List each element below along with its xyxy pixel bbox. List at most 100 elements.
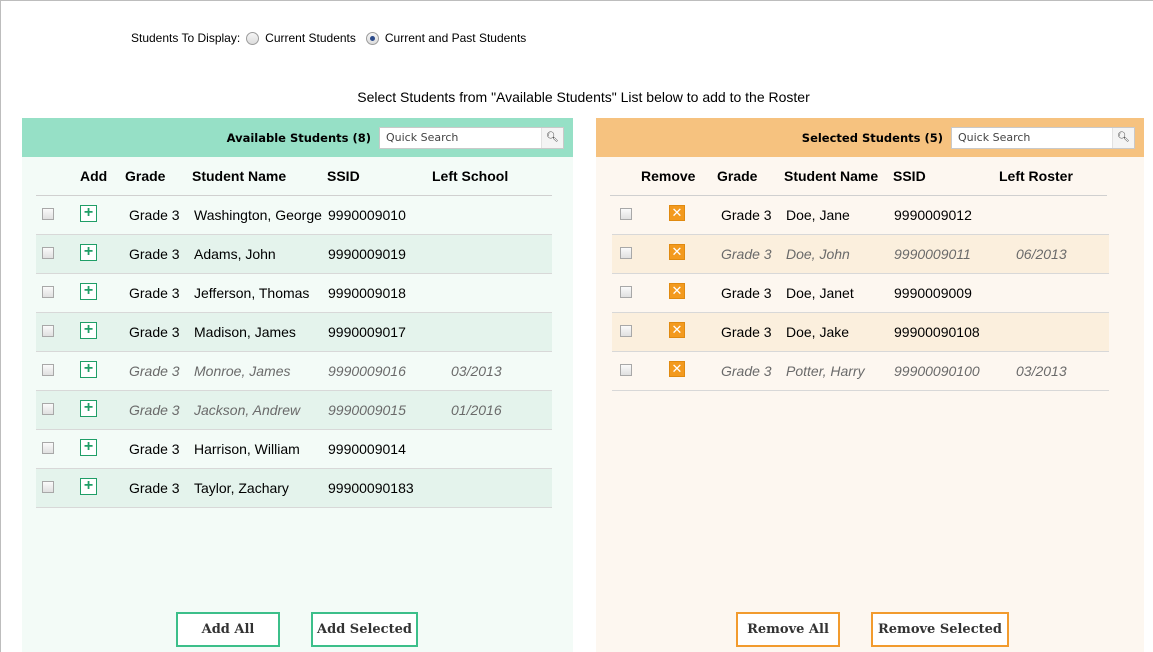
row-student-name: Monroe, James: [194, 363, 291, 379]
selected-panel-title: Selected Students (5): [801, 130, 943, 145]
row-grade: Grade 3: [129, 363, 180, 379]
table-row: + Grade 3 Madison, James 9990009017: [36, 313, 552, 352]
remove-selected-button[interactable]: Remove Selected: [871, 612, 1009, 647]
row-checkbox[interactable]: [42, 286, 54, 298]
add-selected-button[interactable]: Add Selected: [311, 612, 418, 647]
radio-current-students-label[interactable]: Current Students: [265, 31, 356, 45]
table-row: + Grade 3 Jefferson, Thomas 9990009018: [36, 274, 552, 313]
row-ssid: 9990009014: [328, 441, 406, 457]
selected-students-panel: Selected Students (5) 🔍︎ Remove Grade St…: [596, 118, 1144, 652]
row-left-roster: 03/2013: [1016, 363, 1067, 379]
row-checkbox[interactable]: [620, 208, 632, 220]
row-student-name: Doe, John: [786, 246, 850, 262]
row-checkbox[interactable]: [42, 247, 54, 259]
row-ssid: 9990009012: [894, 207, 972, 223]
col-header-add: Add: [80, 168, 108, 184]
row-student-name: Potter, Harry: [786, 363, 865, 379]
plus-icon[interactable]: +: [80, 244, 97, 261]
row-left-roster: 06/2013: [1016, 246, 1067, 262]
row-student-name: Washington, George: [194, 207, 322, 223]
plus-icon[interactable]: +: [80, 322, 97, 339]
row-grade: Grade 3: [129, 402, 180, 418]
available-students-list: + Grade 3 Washington, George 9990009010 …: [36, 196, 552, 508]
row-ssid: 9990009009: [894, 285, 972, 301]
row-student-name: Doe, Jane: [786, 207, 850, 223]
table-row: ✕ Grade 3 Doe, Janet 9990009009: [612, 274, 1109, 313]
row-checkbox[interactable]: [42, 208, 54, 220]
row-checkbox[interactable]: [620, 286, 632, 298]
plus-icon[interactable]: +: [80, 205, 97, 222]
row-grade: Grade 3: [129, 285, 180, 301]
row-grade: Grade 3: [129, 246, 180, 262]
row-left-school: 01/2016: [451, 402, 502, 418]
row-ssid: 9990009010: [328, 207, 406, 223]
row-grade: Grade 3: [721, 207, 772, 223]
row-grade: Grade 3: [129, 207, 180, 223]
close-icon[interactable]: ✕: [669, 361, 685, 377]
close-icon[interactable]: ✕: [669, 322, 685, 338]
row-student-name: Harrison, William: [194, 441, 300, 457]
row-grade: Grade 3: [129, 324, 180, 340]
selected-search-box: 🔍︎: [951, 126, 1135, 149]
table-row: + Grade 3 Adams, John 9990009019: [36, 235, 552, 274]
radio-current-students[interactable]: [246, 31, 260, 45]
col-header-grade[interactable]: Grade: [717, 168, 757, 184]
row-student-name: Jefferson, Thomas: [194, 285, 310, 301]
radio-current-and-past-students[interactable]: [365, 31, 379, 45]
radio-current-and-past-students-label[interactable]: Current and Past Students: [385, 31, 526, 45]
row-student-name: Taylor, Zachary: [194, 480, 289, 496]
col-header-student-name[interactable]: Student Name: [192, 168, 286, 184]
plus-icon[interactable]: +: [80, 361, 97, 378]
row-ssid: 9990009015: [328, 402, 406, 418]
col-header-left-school[interactable]: Left School: [432, 168, 508, 184]
row-checkbox[interactable]: [620, 325, 632, 337]
row-checkbox[interactable]: [620, 364, 632, 376]
row-grade: Grade 3: [129, 441, 180, 457]
magnifier-icon[interactable]: 🔍︎: [1112, 127, 1134, 148]
close-icon[interactable]: ✕: [669, 283, 685, 299]
remove-all-button[interactable]: Remove All: [736, 612, 840, 647]
row-ssid: 9990009011: [894, 246, 971, 262]
col-header-grade[interactable]: Grade: [125, 168, 165, 184]
row-ssid: 9990009019: [328, 246, 406, 262]
row-grade: Grade 3: [129, 480, 180, 496]
close-icon[interactable]: ✕: [669, 205, 685, 221]
instruction-text: Select Students from "Available Students…: [357, 89, 810, 105]
row-student-name: Doe, Janet: [786, 285, 854, 301]
available-panel-header: Available Students (8) 🔍︎: [22, 118, 573, 157]
row-ssid: 99900090108: [894, 324, 980, 340]
row-checkbox[interactable]: [42, 325, 54, 337]
table-row: ✕ Grade 3 Potter, Harry 99900090100 03/2…: [612, 352, 1109, 391]
row-checkbox[interactable]: [42, 403, 54, 415]
col-header-student-name[interactable]: Student Name: [784, 168, 878, 184]
table-row: + Grade 3 Jackson, Andrew 9990009015 01/…: [36, 391, 552, 430]
plus-icon[interactable]: +: [80, 283, 97, 300]
plus-icon[interactable]: +: [80, 439, 97, 456]
add-all-button[interactable]: Add All: [176, 612, 280, 647]
plus-icon[interactable]: +: [80, 478, 97, 495]
col-header-ssid[interactable]: SSID: [893, 168, 926, 184]
table-row: + Grade 3 Taylor, Zachary 99900090183: [36, 469, 552, 508]
col-header-left-roster[interactable]: Left Roster: [999, 168, 1073, 184]
row-ssid: 9990009017: [328, 324, 406, 340]
row-grade: Grade 3: [721, 246, 772, 262]
row-checkbox[interactable]: [620, 247, 632, 259]
table-row: + Grade 3 Monroe, James 9990009016 03/20…: [36, 352, 552, 391]
row-student-name: Doe, Jake: [786, 324, 850, 340]
plus-icon[interactable]: +: [80, 400, 97, 417]
magnifier-icon[interactable]: 🔍︎: [541, 127, 563, 148]
close-icon[interactable]: ✕: [669, 244, 685, 260]
row-left-school: 03/2013: [451, 363, 502, 379]
selected-search-input[interactable]: [952, 128, 1112, 147]
selected-panel-header: Selected Students (5) 🔍︎: [596, 118, 1144, 157]
row-checkbox[interactable]: [42, 442, 54, 454]
available-students-panel: Available Students (8) 🔍︎ Add Grade Stud…: [22, 118, 573, 652]
row-student-name: Adams, John: [194, 246, 276, 262]
col-header-remove: Remove: [641, 168, 696, 184]
table-row: + Grade 3 Harrison, William 9990009014: [36, 430, 552, 469]
row-checkbox[interactable]: [42, 481, 54, 493]
col-header-ssid[interactable]: SSID: [327, 168, 360, 184]
available-search-input[interactable]: [380, 128, 541, 147]
top-border: [0, 0, 1153, 1]
row-checkbox[interactable]: [42, 364, 54, 376]
